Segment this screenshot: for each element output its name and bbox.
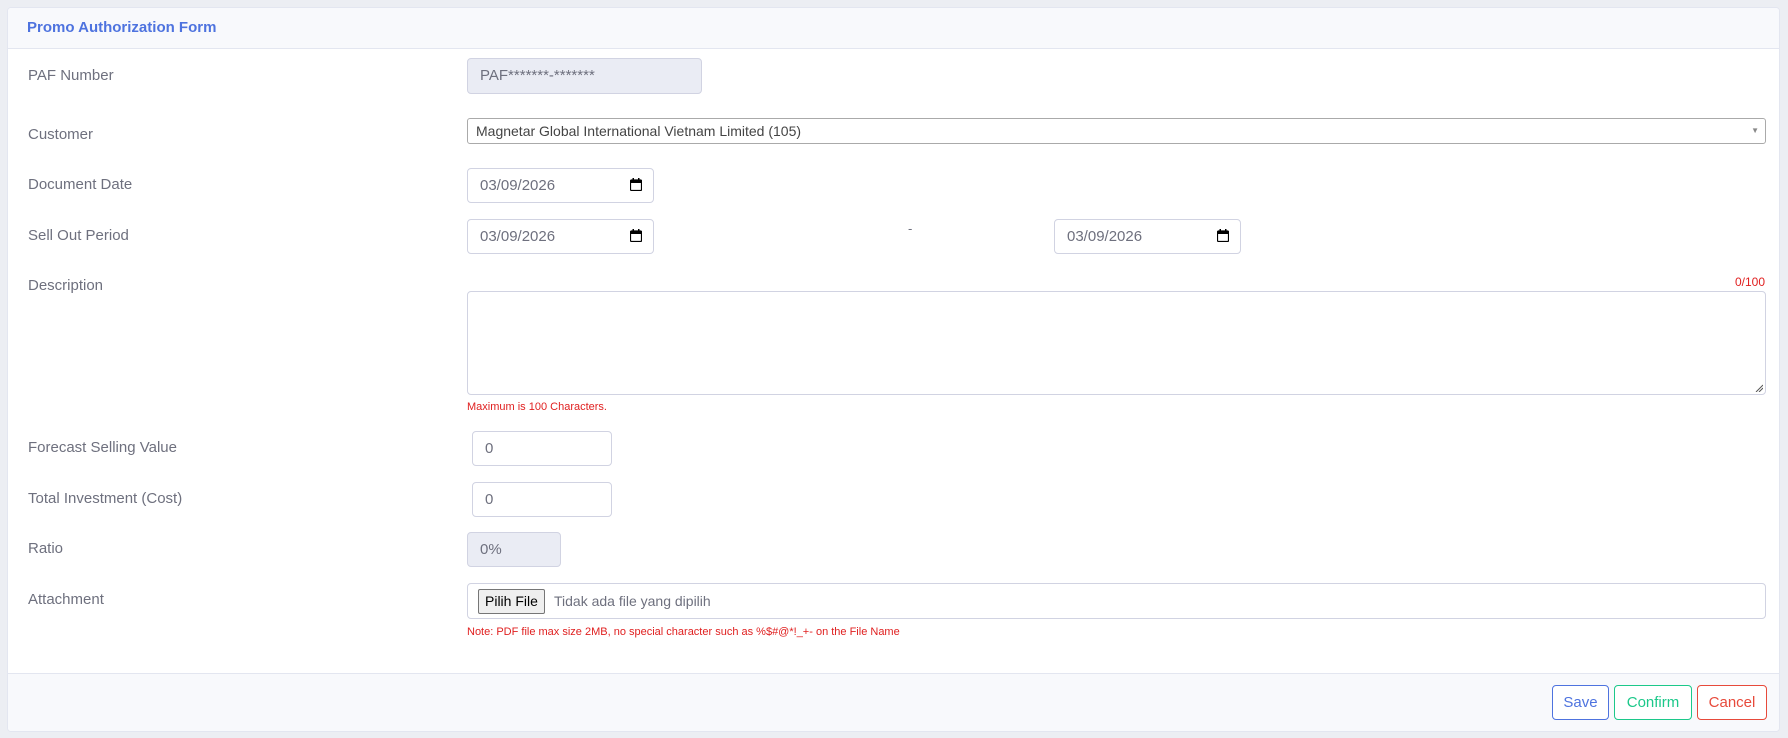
document-date-input[interactable]: 03/09/2026 <box>467 168 654 203</box>
sell-out-from-value: 03/09/2026 <box>480 228 556 245</box>
customer-select[interactable]: Magnetar Global International Vietnam Li… <box>467 118 1766 144</box>
resize-handle-icon[interactable] <box>1755 384 1763 392</box>
cancel-button[interactable]: Cancel <box>1697 685 1767 720</box>
calendar-icon[interactable] <box>1217 229 1229 242</box>
promo-authorization-card: Promo Authorization Form PAF Number PAF*… <box>7 7 1780 732</box>
ratio-field: 0% <box>467 532 561 567</box>
period-separator: - <box>908 221 913 236</box>
total-investment-label: Total Investment (Cost) <box>28 490 183 507</box>
document-date-value: 03/09/2026 <box>480 177 556 194</box>
sell-out-from-input[interactable]: 03/09/2026 <box>467 219 654 254</box>
sell-out-period-label: Sell Out Period <box>28 227 129 244</box>
description-label: Description <box>28 277 104 294</box>
customer-select-value: Magnetar Global International Vietnam Li… <box>476 123 802 139</box>
forecast-selling-value-input[interactable]: 0 <box>472 431 612 466</box>
forecast-selling-value-label: Forecast Selling Value <box>28 439 177 456</box>
ratio-label: Ratio <box>28 540 64 557</box>
description-char-counter: 0/100 <box>1734 275 1765 289</box>
file-status-text: Tidak ada file yang dipilih <box>554 593 711 609</box>
description-hint: Maximum is 100 Characters. <box>467 401 607 413</box>
customer-label: Customer <box>28 126 94 143</box>
description-textarea[interactable] <box>467 291 1766 395</box>
paf-number-field: PAF*******-******* <box>467 58 702 94</box>
card-footer: Save Confirm Cancel <box>8 673 1779 731</box>
sell-out-to-value: 03/09/2026 <box>1067 228 1143 245</box>
attachment-label: Attachment <box>28 591 104 608</box>
attachment-note: Note: PDF file max size 2MB, no special … <box>467 626 900 638</box>
page-title: Promo Authorization Form <box>27 19 217 36</box>
paf-number-label: PAF Number <box>28 67 114 84</box>
confirm-button[interactable]: Confirm <box>1614 685 1692 720</box>
attachment-file-input[interactable]: Pilih File Tidak ada file yang dipilih <box>467 583 1766 619</box>
chevron-down-icon: ▼ <box>1751 126 1759 135</box>
card-header: Promo Authorization Form <box>8 8 1779 49</box>
calendar-icon[interactable] <box>630 229 642 242</box>
sell-out-to-input[interactable]: 03/09/2026 <box>1054 219 1241 254</box>
save-button[interactable]: Save <box>1552 685 1609 720</box>
document-date-label: Document Date <box>28 176 133 193</box>
calendar-icon[interactable] <box>630 178 642 191</box>
total-investment-input[interactable]: 0 <box>472 482 612 517</box>
choose-file-button[interactable]: Pilih File <box>478 589 545 614</box>
